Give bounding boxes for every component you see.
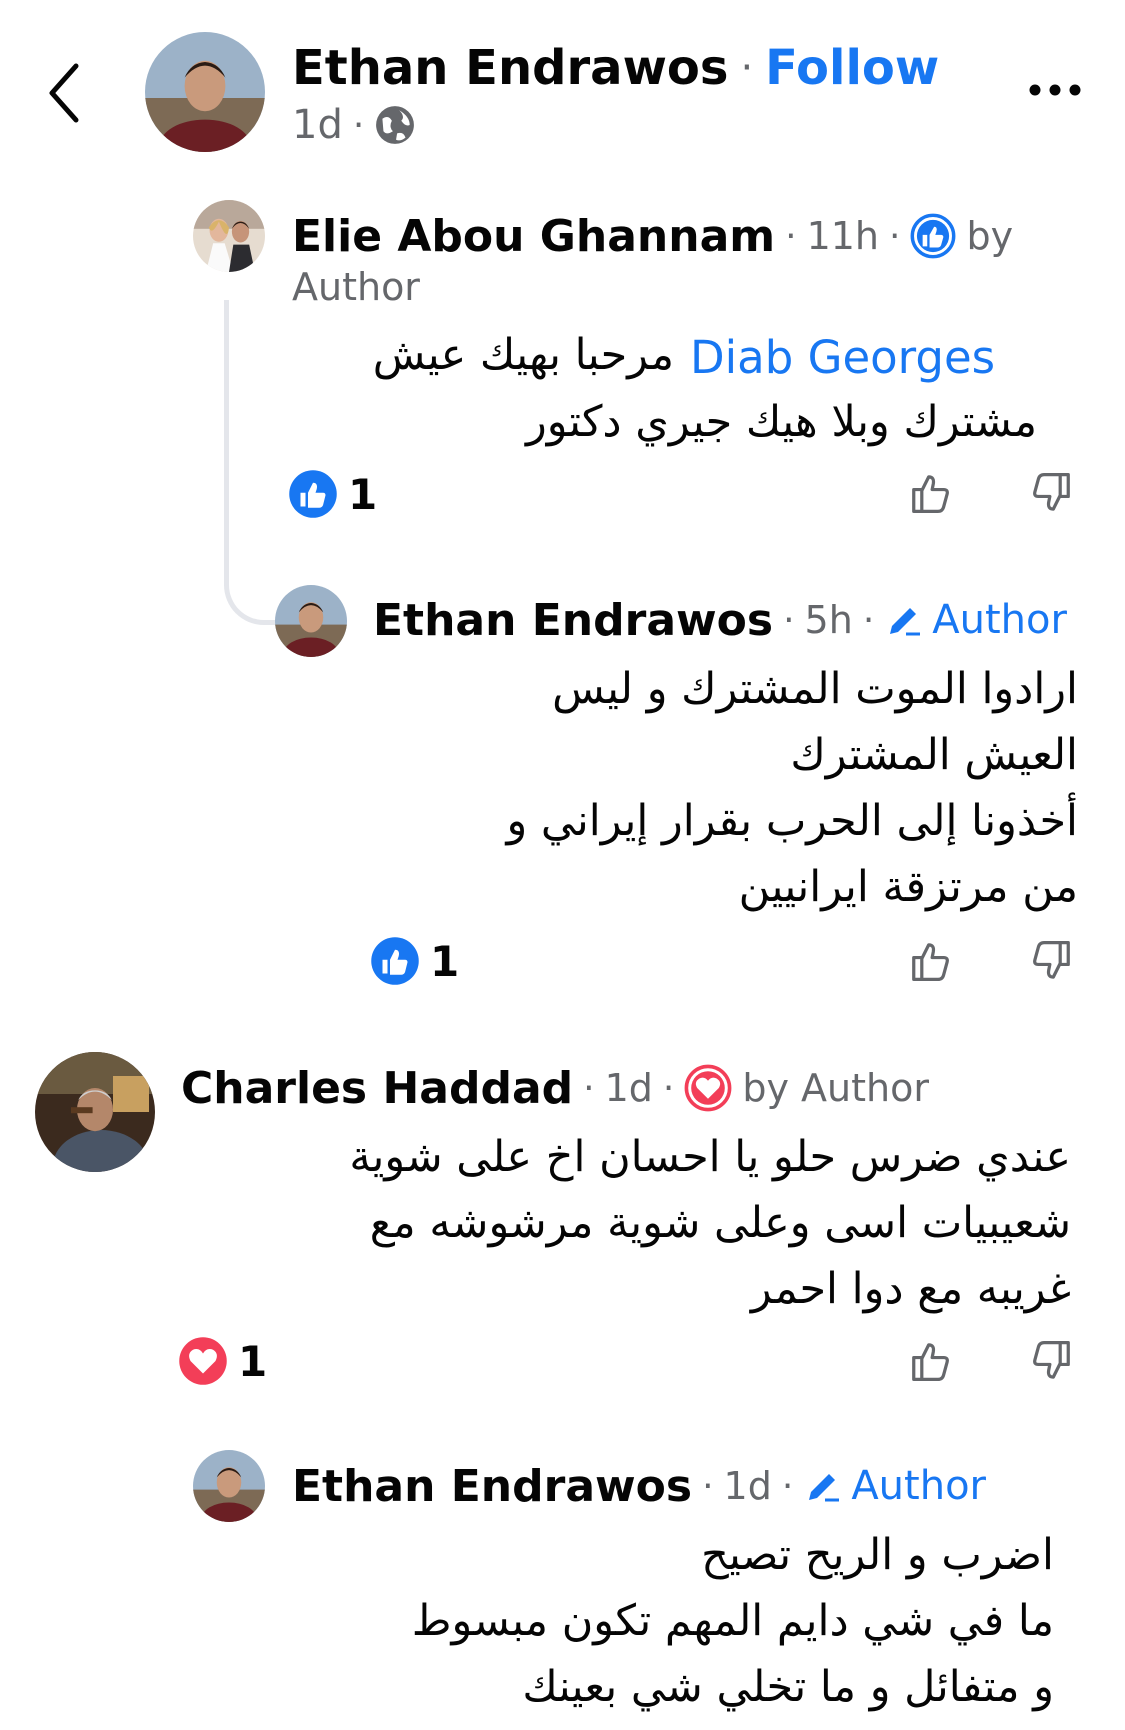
- upvote-button[interactable]: [908, 1338, 954, 1384]
- post-time[interactable]: 1d: [292, 102, 343, 148]
- comment-text-line: ما في شي دايم المهم تكون مبسوط: [411, 1596, 1054, 1646]
- comment-author-name[interactable]: Ethan Endrawos: [292, 1461, 692, 1512]
- avatar-image: [35, 1052, 155, 1172]
- comment-author-name[interactable]: Ethan Endrawos: [373, 595, 773, 646]
- separator: ·: [583, 1067, 595, 1109]
- author-badge: Author: [932, 597, 1067, 643]
- thread-connector: [224, 300, 279, 625]
- liked-by-label: by: [966, 214, 1014, 258]
- liked-by-label: by Author: [742, 1066, 929, 1110]
- comment-text-line: مرحبا بهيك عيش: [372, 330, 674, 380]
- comment-time[interactable]: 5h: [805, 598, 853, 642]
- comment-time[interactable]: 1d: [605, 1066, 653, 1110]
- pencil-icon: [809, 1474, 840, 1502]
- pencil-icon: [890, 608, 921, 636]
- separator: ·: [662, 1067, 675, 1109]
- upvote-button[interactable]: [908, 938, 954, 984]
- separator: ·: [702, 1465, 714, 1507]
- comment-text-line: شعيبيات اسى وعلى شوية مرشوشه مع: [369, 1198, 1071, 1248]
- comment-text-line: و متفائل و ما تخلي شي بعينك: [522, 1662, 1054, 1712]
- reaction-count: 1: [430, 936, 460, 986]
- more-horizontal-icon: [1029, 84, 1081, 96]
- heart-circle-icon: [684, 1064, 732, 1112]
- comment-author-name[interactable]: Charles Haddad: [181, 1063, 573, 1114]
- avatar-image: [275, 585, 347, 657]
- thumbs-up-outline-icon: [912, 943, 949, 982]
- back-button[interactable]: [40, 58, 90, 128]
- avatar-image: [145, 32, 265, 152]
- comment-text-line: ارادوا الموت المشترك و ليس: [552, 664, 1078, 714]
- thumbs-down-outline-icon: [1033, 1340, 1070, 1379]
- thumbs-up-outline-icon: [912, 1343, 949, 1382]
- like-reaction-icon: [371, 937, 419, 985]
- reaction-summary[interactable]: 1: [370, 935, 459, 987]
- like-reaction-icon: [289, 470, 337, 518]
- mention-tag[interactable]: Diab Georges: [690, 331, 995, 384]
- separator: ·: [862, 599, 875, 641]
- comment-text-line: العيش المشترك: [790, 730, 1078, 780]
- reaction-count: 1: [238, 1336, 268, 1386]
- avatar[interactable]: [193, 200, 265, 272]
- author-badge: Author: [851, 1463, 986, 1509]
- globe-icon: [376, 106, 415, 144]
- follow-button[interactable]: Follow: [765, 40, 939, 96]
- downvote-button[interactable]: [1028, 1338, 1074, 1384]
- avatar[interactable]: [193, 1450, 265, 1522]
- thumbs-up-outline-icon: [912, 475, 949, 514]
- love-reaction-icon: [179, 1337, 227, 1385]
- comment-text-line: اضرب و الريح تصيح: [701, 1530, 1054, 1580]
- upvote-button[interactable]: [908, 470, 954, 516]
- avatar[interactable]: [275, 585, 347, 657]
- thumbs-up-circle-icon: [911, 213, 956, 259]
- avatar[interactable]: [35, 1052, 155, 1172]
- avatar-image: [193, 200, 265, 272]
- reaction-summary[interactable]: 1: [288, 468, 377, 520]
- comment-text-line: مشترك وبلا هيك جيري دكتور: [525, 397, 1037, 447]
- time-separator: ·: [352, 104, 365, 146]
- chevron-left-icon: [49, 63, 79, 123]
- comment-text-line: من مرتزقة ايرانيين: [738, 862, 1078, 912]
- avatar-image: [193, 1450, 265, 1522]
- comment-time[interactable]: 1d: [724, 1464, 772, 1508]
- avatar[interactable]: [145, 32, 265, 152]
- thumbs-down-outline-icon: [1033, 940, 1070, 979]
- downvote-button[interactable]: [1028, 938, 1074, 984]
- comment-text-line: غريبه مع دوا احمر: [750, 1264, 1071, 1314]
- comment-author-name[interactable]: Elie Abou Ghannam: [292, 211, 775, 262]
- liked-by-author-label: Author: [292, 265, 420, 309]
- post-author-name[interactable]: Ethan Endrawos: [292, 40, 728, 96]
- separator: ·: [783, 599, 795, 641]
- reaction-summary[interactable]: 1: [178, 1335, 267, 1387]
- comment-text-line: أخذونا إلى الحرب بقرار إيراني و: [506, 796, 1079, 846]
- comment-text-line: عندي ضرس حلو يا احسان اخ على شوية: [349, 1132, 1071, 1182]
- separator: ·: [785, 215, 797, 257]
- more-options-button[interactable]: [1020, 70, 1090, 110]
- separator: ·: [781, 1465, 794, 1507]
- downvote-button[interactable]: [1028, 470, 1074, 516]
- comment-time[interactable]: 11h: [807, 214, 879, 258]
- thumbs-down-outline-icon: [1033, 472, 1070, 511]
- header-separator: ·: [740, 45, 754, 91]
- reaction-count: 1: [348, 469, 378, 519]
- separator: ·: [889, 215, 901, 257]
